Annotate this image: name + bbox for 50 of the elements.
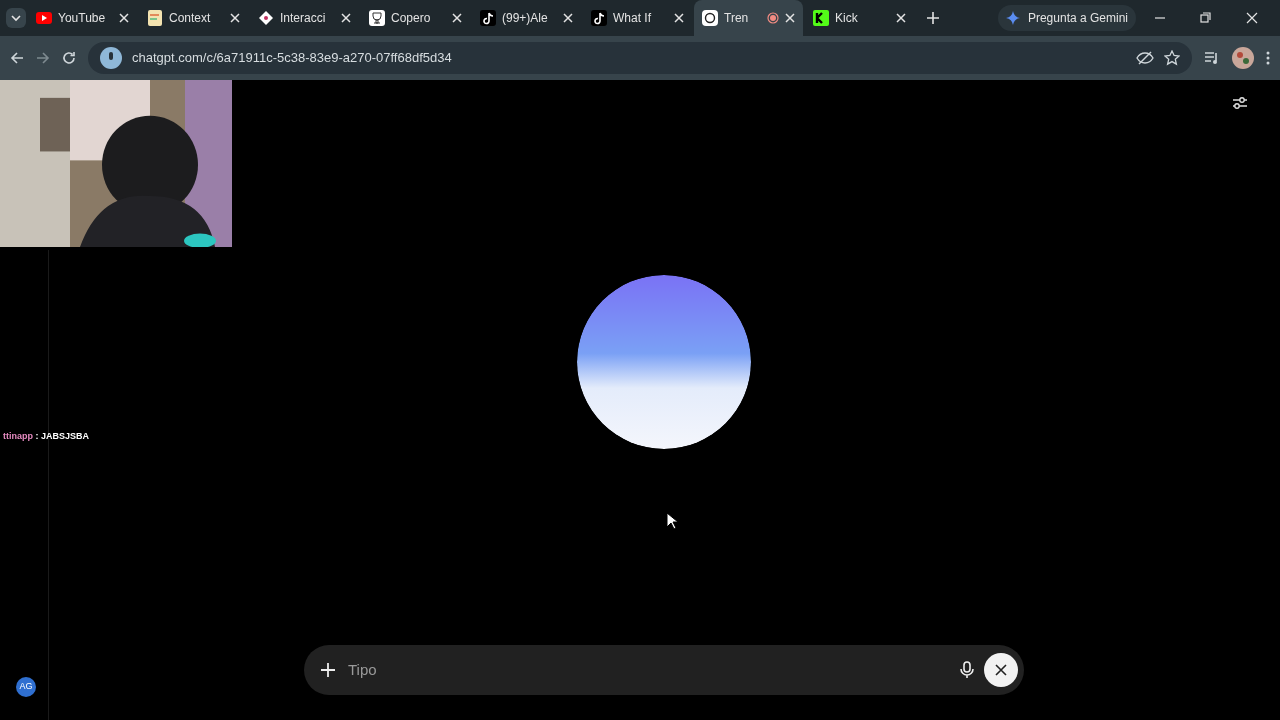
sparkle-icon (1005, 11, 1020, 25)
close-icon[interactable] (674, 13, 684, 23)
eye-slash-icon[interactable] (1136, 51, 1154, 65)
music-note-icon (480, 10, 496, 26)
document-icon (147, 10, 163, 26)
close-icon[interactable] (563, 13, 573, 23)
restore-icon[interactable] (1200, 12, 1212, 24)
chat-message: ttinapp : JABSJSBA (3, 430, 90, 443)
browser-tab[interactable]: Kick (805, 0, 914, 36)
microphone-icon[interactable] (100, 47, 122, 69)
avatar-button[interactable]: AG (16, 677, 36, 697)
diamond-icon (258, 10, 274, 26)
browser-tab[interactable]: Tren (694, 0, 803, 36)
message-input[interactable]: Tipo (346, 657, 950, 683)
plus-icon[interactable] (926, 11, 940, 25)
browser-tab[interactable]: Interacci (250, 0, 359, 36)
browser-tab[interactable]: What If (583, 0, 692, 36)
forward-icon[interactable] (36, 51, 50, 65)
close-button[interactable] (984, 653, 1018, 687)
browser-tab[interactable]: Context (139, 0, 248, 36)
play-icon (36, 10, 52, 26)
menu-icon[interactable] (1266, 51, 1270, 65)
reload-icon[interactable] (62, 51, 76, 65)
close-icon[interactable] (341, 13, 351, 23)
message-field[interactable]: Tipo (304, 645, 1024, 695)
browser-tab[interactable]: YouTube (28, 0, 137, 36)
close-icon (995, 664, 1007, 676)
close-icon[interactable] (452, 13, 462, 23)
back-icon[interactable] (10, 51, 24, 65)
playlist-icon[interactable] (1204, 51, 1220, 65)
address-bar[interactable]: chatgpt.com/c/6a71911c-5c38-83e9-a270-07ff68df5d34 (88, 42, 1192, 74)
plus-icon[interactable] (320, 662, 336, 678)
profile-avatar-icon[interactable] (1232, 47, 1254, 69)
close-icon[interactable] (230, 13, 240, 23)
browser-tab[interactable]: (99+)Ale (472, 0, 581, 36)
music-note-icon (591, 10, 607, 26)
star-icon[interactable] (1164, 50, 1180, 66)
close-icon[interactable] (896, 13, 906, 23)
dropdown-icon[interactable] (6, 8, 26, 28)
mouse-cursor-icon (666, 512, 678, 530)
close-icon[interactable] (1246, 12, 1258, 24)
settings-icon[interactable] (1232, 96, 1248, 110)
browser-tab[interactable]: Copero (361, 0, 470, 36)
microphone-icon[interactable] (960, 661, 974, 679)
trophy-icon (369, 10, 385, 26)
gemini-button[interactable]: Pregunta a Gemini (997, 5, 1136, 31)
url-text: chatgpt.com/c/6a71911c-5c38-83e9-a270-07ff68df5d34 (132, 49, 453, 68)
letter-icon (813, 10, 829, 26)
close-icon[interactable] (785, 13, 795, 23)
close-icon[interactable] (119, 13, 129, 23)
